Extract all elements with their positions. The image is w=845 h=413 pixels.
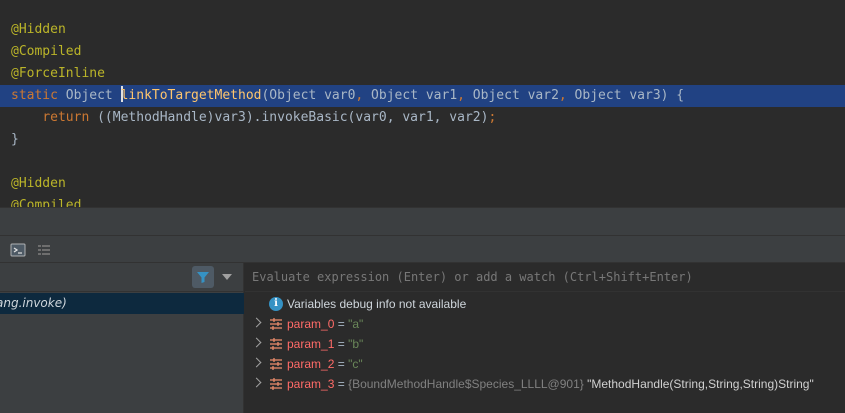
variable-name: param_0	[287, 317, 335, 331]
equals: =	[334, 337, 349, 351]
code-line-3[interactable]: @ForceInline	[0, 63, 845, 85]
closing-brace: }	[11, 132, 19, 147]
chevron-right-icon[interactable]	[251, 357, 262, 368]
info-message-row: i Variables debug info not available	[245, 294, 845, 314]
type: Object	[65, 88, 113, 103]
code-line-2[interactable]: @Compiled	[0, 41, 845, 63]
code-editor[interactable]: @Hidden @Compiled @ForceInline static Ob…	[0, 0, 845, 207]
equals: =	[334, 317, 349, 331]
annotation: @Compiled	[11, 44, 82, 59]
equals: =	[334, 377, 349, 391]
keyword: return	[42, 110, 90, 125]
annotation: @Hidden	[11, 22, 66, 37]
variable-text: param_0 = "a"	[287, 314, 363, 334]
variable-row-param-3[interactable]: param_3 = {BoundMethodHandle$Species_LLL…	[245, 374, 845, 394]
chevron-right-icon[interactable]	[251, 377, 262, 388]
variable-text: param_1 = "b"	[287, 334, 363, 354]
code-line-6[interactable]: }	[0, 129, 845, 151]
chevron-down-icon[interactable]	[222, 274, 232, 280]
variable-row-param-1[interactable]: param_1 = "b"	[245, 334, 845, 354]
param-text: (Object var0	[261, 88, 356, 103]
code-line-1[interactable]: @Hidden	[0, 19, 845, 41]
evaluate-expression-input[interactable]	[245, 263, 845, 292]
param-text: Object var2	[464, 88, 559, 103]
code-line-4-current[interactable]: static Object linkToTargetMethod(Object …	[0, 85, 845, 107]
filter-icon	[197, 272, 209, 283]
comma: ,	[457, 88, 465, 103]
code-line-5[interactable]: return ((MethodHandle)var3).invokeBasic(…	[0, 107, 845, 129]
semicolon: ;	[488, 110, 497, 125]
info-icon: i	[269, 297, 283, 311]
annotation: @Hidden	[11, 176, 66, 191]
method-name: linkToTargetMethod	[120, 88, 262, 103]
code-line-9[interactable]: @Compiled	[0, 195, 845, 207]
annotation: @ForceInline	[11, 66, 105, 81]
annotation: @Compiled	[11, 198, 82, 207]
variable-name: param_2	[287, 357, 335, 371]
parameter-icon	[270, 318, 282, 330]
equals: =	[334, 357, 349, 371]
chevron-right-icon[interactable]	[251, 337, 262, 348]
variable-row-param-2[interactable]: param_2 = "c"	[245, 354, 845, 374]
variable-value: "b"	[348, 337, 364, 351]
frames-header	[0, 263, 244, 292]
frames-panel: ang.invoke)	[0, 263, 244, 413]
comma: ,	[558, 88, 567, 103]
info-message: Variables debug info not available	[287, 297, 467, 311]
param-text: Object var3) {	[566, 88, 685, 103]
frame-item-selected[interactable]: ang.invoke)	[0, 293, 244, 314]
variables-panel: i Variables debug info not available par…	[245, 263, 845, 413]
variable-name: param_1	[287, 337, 335, 351]
variable-value: "a"	[348, 317, 364, 331]
filter-button[interactable]	[192, 266, 214, 288]
parameter-icon	[270, 378, 282, 390]
frame-label: ang.invoke)	[0, 296, 67, 310]
debug-toolbar	[0, 235, 845, 263]
panel-splitter[interactable]	[0, 207, 845, 235]
keyword: static	[11, 88, 58, 103]
variable-value: "c"	[348, 357, 363, 371]
param-text: Object var1	[363, 88, 458, 103]
variable-name: param_3	[287, 377, 335, 391]
variable-row-param-0[interactable]: param_0 = "a"	[245, 314, 845, 334]
chevron-right-icon[interactable]	[251, 317, 262, 328]
parameter-icon	[270, 338, 282, 350]
variable-text: param_2 = "c"	[287, 354, 363, 374]
parameter-icon	[270, 358, 282, 370]
console-icon[interactable]	[10, 242, 26, 258]
variable-description: "MethodHandle(String,String,String)Strin…	[583, 377, 814, 391]
code-line-8[interactable]: @Hidden	[0, 173, 845, 195]
variable-text: param_3 = {BoundMethodHandle$Species_LLL…	[287, 374, 814, 394]
expression: ((MethodHandle)var3).invokeBasic(var0, v…	[89, 110, 489, 125]
variable-reference: {BoundMethodHandle$Species_LLLL@901}	[348, 377, 584, 391]
list-icon[interactable]	[36, 242, 52, 258]
